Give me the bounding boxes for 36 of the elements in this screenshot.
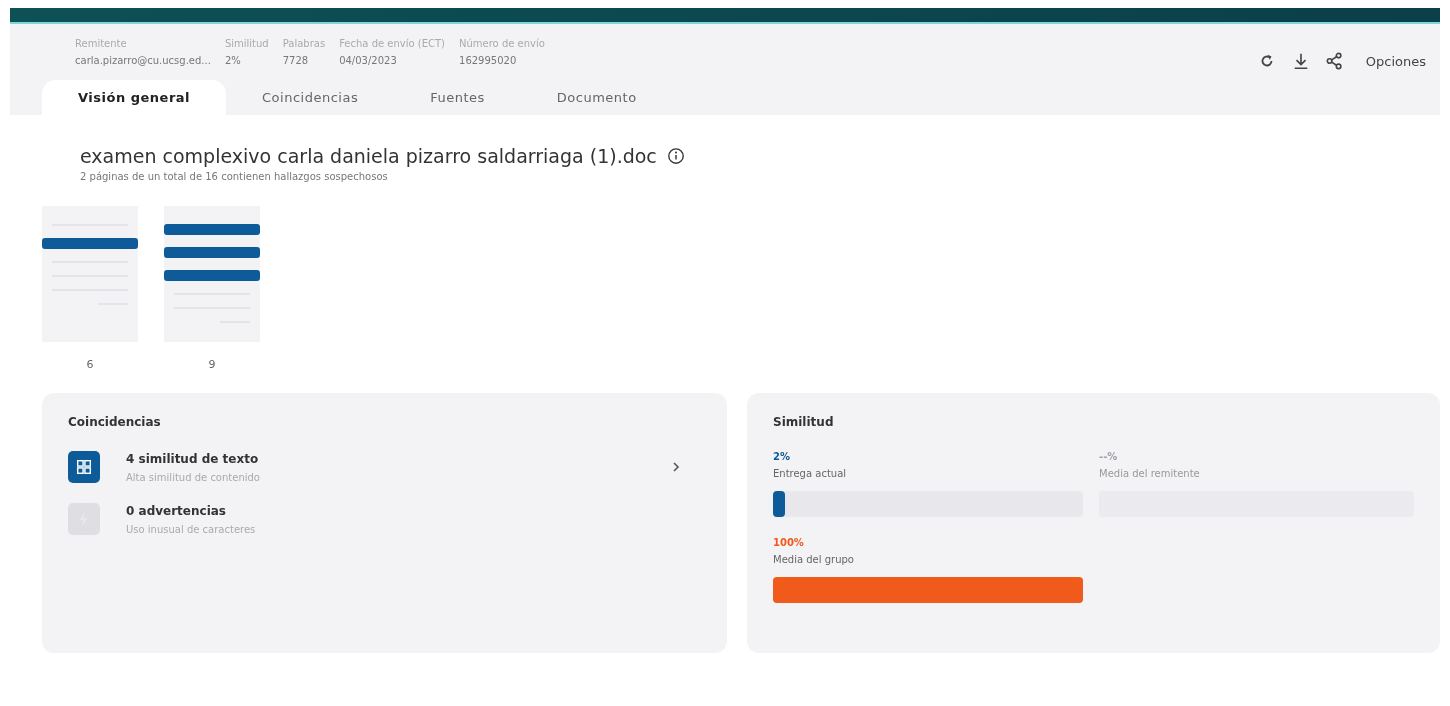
page-number: 9	[208, 358, 216, 371]
tab[interactable]: Documento	[520, 80, 673, 115]
card-title: Similitud	[773, 415, 835, 429]
meta-value: 7728	[282, 55, 310, 66]
meta-value: 2%	[224, 55, 242, 66]
bar-label: Media del remitente	[1099, 468, 1201, 479]
match-subtitle: Alta similitud de contenido	[126, 471, 261, 483]
tab[interactable]: Fuentes	[394, 80, 521, 115]
meta-value: 04/03/2023	[339, 55, 398, 66]
meta-label: Similitud	[224, 38, 269, 49]
page-number: 6	[86, 358, 94, 371]
match-title: 4 similitud de texto	[126, 451, 260, 466]
tab[interactable]: Coincidencias	[226, 80, 395, 115]
page-thumbnail[interactable]	[42, 206, 138, 342]
document-title: examen complexivo carla daniela pizarro saldarriaga (1).doc	[80, 145, 657, 167]
info-icon[interactable]	[666, 147, 685, 165]
meta-label: Número de envío	[459, 38, 545, 49]
bar-reading: 2%	[773, 451, 791, 462]
bar-reading: --%	[1099, 451, 1119, 462]
page-thumbnail[interactable]	[164, 206, 260, 342]
meta-value: carla.pizarro@cu.ucsg.ed...	[75, 55, 211, 66]
meta-value: 162995020	[459, 55, 518, 66]
share-icon[interactable]	[1325, 52, 1344, 70]
match-subtitle: Uso inusual de caracteres	[126, 523, 257, 535]
card-title: Coincidencias	[68, 415, 162, 429]
chevron-icon[interactable]	[671, 460, 681, 474]
meta-label: Fecha de envío (ECT)	[339, 38, 445, 49]
meta-label: Remitente	[75, 38, 128, 49]
match-title: 0 advertencias	[126, 503, 227, 518]
meta-label: Palabras	[282, 38, 326, 49]
tab[interactable]: Visión general	[42, 80, 227, 115]
bar-label: Media del grupo	[773, 554, 855, 565]
document-subtitle: 2 páginas de un total de 16 contienen hallazgos sospechosos	[80, 171, 389, 182]
bar-label: Entrega actual	[773, 468, 848, 479]
bar-reading: 100%	[773, 537, 805, 548]
options-button[interactable]: Opciones	[1365, 53, 1426, 69]
